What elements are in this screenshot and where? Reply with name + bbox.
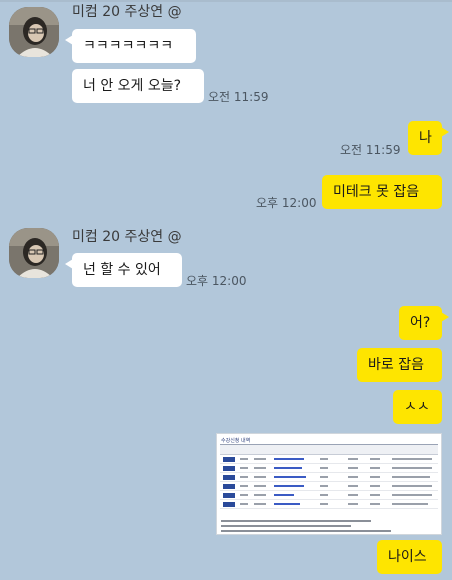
message-bubble[interactable]: 미테크 못 잡음: [322, 175, 442, 209]
message-time: 오후 12:00: [186, 274, 247, 288]
table-row: [220, 483, 438, 491]
sender-name: 미컴 20 주상연 @: [72, 4, 182, 20]
table-header: [220, 444, 438, 455]
table-row: [220, 474, 438, 482]
footnote-line: [221, 520, 371, 522]
message-bubble[interactable]: 바로 잡음: [357, 348, 442, 382]
attachment-title: 수강신청 내역: [221, 438, 251, 444]
message-bubble[interactable]: 넌 할 수 있어: [65, 253, 182, 287]
footnote-line: [221, 525, 351, 527]
message-bubble[interactable]: 나: [408, 121, 449, 155]
screenshot-thumbnail[interactable]: 수강신청 내역: [216, 433, 442, 535]
message-time: 오후 12:00: [256, 196, 317, 210]
avatar[interactable]: [9, 7, 59, 57]
avatar-photo-icon: [9, 7, 59, 57]
avatar-photo-icon: [9, 228, 59, 278]
message-bubble[interactable]: ㅋㅋㅋㅋㅋㅋㅋ: [65, 29, 196, 63]
sender-name: 미컴 20 주상연 @: [72, 229, 182, 245]
table-row: [220, 465, 438, 473]
message-bubble[interactable]: 너 안 오게 오늘?: [72, 69, 204, 103]
table-row: [220, 492, 438, 500]
message-time: 오전 11:59: [340, 143, 401, 157]
footnote-line: [221, 530, 391, 532]
message-bubble[interactable]: ㅅㅅ: [393, 390, 442, 424]
table-row: [220, 501, 438, 509]
table-row: [220, 456, 438, 464]
message-time: 오전 11:59: [208, 90, 269, 104]
avatar[interactable]: [9, 228, 59, 278]
top-divider: [0, 0, 452, 2]
message-bubble[interactable]: 나이스: [377, 540, 442, 574]
message-bubble[interactable]: 어?: [399, 306, 449, 340]
